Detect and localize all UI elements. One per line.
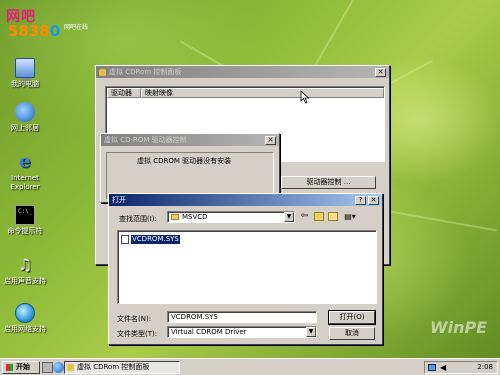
close-icon: ✕ xyxy=(370,196,377,204)
cdrom-panel-title: 虚拟 CDRom 控制面板 xyxy=(109,68,182,76)
logo-subtitle: 网吧在线 xyxy=(64,24,89,31)
desktop-icon-label: 我的电脑 xyxy=(11,80,39,88)
open-file-dialog: 打开 ? ✕ 查找范围(I): MSVCD ▼ ⇦ ▤▾ VCDROM.SYS … xyxy=(108,193,383,345)
sound-icon: ♫ xyxy=(17,255,33,274)
lookin-value: MSVCD xyxy=(182,213,208,221)
cancel-button[interactable]: 取消 xyxy=(329,327,375,340)
driver-status-message: 虚拟 CDROM 驱动器没有安装 xyxy=(137,157,232,165)
column-header-image[interactable]: 映射映像 xyxy=(141,88,384,98)
winpe-watermark: WinPE xyxy=(430,318,488,337)
computer-icon xyxy=(15,58,35,81)
desktop-icon-label: 启用网络支持 xyxy=(4,325,46,333)
open-button[interactable]: 打开(O) xyxy=(328,310,376,325)
up-folder-icon[interactable] xyxy=(314,212,324,221)
view-menu-icon[interactable]: ▤▾ xyxy=(343,211,357,222)
close-button[interactable]: ✕ xyxy=(265,136,276,145)
show-desktop-icon[interactable] xyxy=(42,362,53,373)
open-dialog-titlebar[interactable]: 打开 xyxy=(109,194,382,206)
close-button[interactable]: ✕ xyxy=(375,68,386,77)
desktop-icon-network-support[interactable]: 启用网络支持 xyxy=(2,303,48,334)
site-logo: 网吧 58380 网吧在线 xyxy=(2,2,112,44)
ie-quicklaunch-icon[interactable] xyxy=(53,362,64,373)
network-icon xyxy=(15,102,35,122)
ie-icon: e xyxy=(19,151,31,172)
logo-number: 58380 xyxy=(8,22,61,40)
lookin-label: 查找范围(I): xyxy=(119,215,157,223)
filetype-value: Virtual CDROM Driver xyxy=(171,328,247,336)
file-list[interactable]: VCDROM.SYS xyxy=(117,230,377,304)
filetype-dropdown[interactable]: Virtual CDROM Driver ▼ xyxy=(167,326,317,338)
chevron-down-icon[interactable]: ▼ xyxy=(284,212,294,222)
lookin-dropdown[interactable]: MSVCD ▼ xyxy=(167,211,295,223)
list-item[interactable]: VCDROM.SYS xyxy=(121,234,180,244)
desktop-icon-cmd[interactable]: C:\_ 命令提示符 xyxy=(2,205,48,236)
taskbar: 开始 虚拟 CDRom 控制面板 ◀ 2:08 xyxy=(0,358,500,375)
cdrom-panel-titlebar[interactable]: 虚拟 CDRom 控制面板 xyxy=(96,66,389,78)
clock: 2:08 xyxy=(477,363,493,371)
desktop-icon-ie[interactable]: e Internet Explorer xyxy=(2,152,48,192)
close-button[interactable]: ✕ xyxy=(368,196,379,205)
globe-icon xyxy=(15,303,35,323)
desktop-icon-label: 命令提示符 xyxy=(7,227,43,235)
driver-dialog-title: 虚拟 CD-ROM 驱动器控制 xyxy=(104,136,187,144)
column-header-drive[interactable]: 驱动器 xyxy=(107,88,141,98)
chevron-down-icon[interactable]: ▼ xyxy=(306,327,316,337)
new-folder-icon[interactable] xyxy=(328,212,338,221)
cmd-icon: C:\_ xyxy=(15,205,35,225)
filename-value: VCDROM.SYS xyxy=(171,313,218,321)
close-icon: ✕ xyxy=(377,68,384,76)
file-icon xyxy=(121,234,129,244)
filetype-label: 文件类型(T): xyxy=(117,330,158,338)
desktop-icon-label: 网上邻居 xyxy=(11,124,39,132)
driver-control-button[interactable]: 驱动器控制 ... xyxy=(281,176,376,189)
system-tray: ◀ 2:08 xyxy=(424,361,498,374)
taskbar-button-cdrom-panel[interactable]: 虚拟 CDRom 控制面板 xyxy=(64,361,180,374)
open-dialog-title: 打开 xyxy=(112,196,126,204)
file-name: VCDROM.SYS xyxy=(131,234,180,244)
desktop-icon-sound[interactable]: ♫ 启用声音支持 xyxy=(2,255,48,286)
network-tray-icon[interactable] xyxy=(428,364,436,371)
desktop-icon-label: 启用声音支持 xyxy=(4,277,46,285)
volume-tray-icon[interactable]: ◀ xyxy=(440,363,446,372)
help-icon: ? xyxy=(358,196,363,204)
cdrom-app-icon xyxy=(99,68,106,76)
close-icon: ✕ xyxy=(267,136,274,144)
mouse-cursor-icon xyxy=(300,90,310,104)
back-icon[interactable]: ⇦ xyxy=(299,211,310,222)
filename-input[interactable]: VCDROM.SYS xyxy=(167,311,317,323)
desktop-icon-network[interactable]: 网上邻居 xyxy=(2,102,48,133)
driver-dialog-titlebar[interactable]: 虚拟 CD-ROM 驱动器控制 xyxy=(101,134,279,146)
help-button[interactable]: ? xyxy=(355,196,366,205)
desktop-icon-label: Internet Explorer xyxy=(10,174,40,191)
desktop-icon-my-computer[interactable]: 我的电脑 xyxy=(2,58,48,89)
filename-label: 文件名(N): xyxy=(117,315,152,323)
start-button[interactable]: 开始 xyxy=(2,361,40,374)
folder-icon xyxy=(171,214,179,220)
